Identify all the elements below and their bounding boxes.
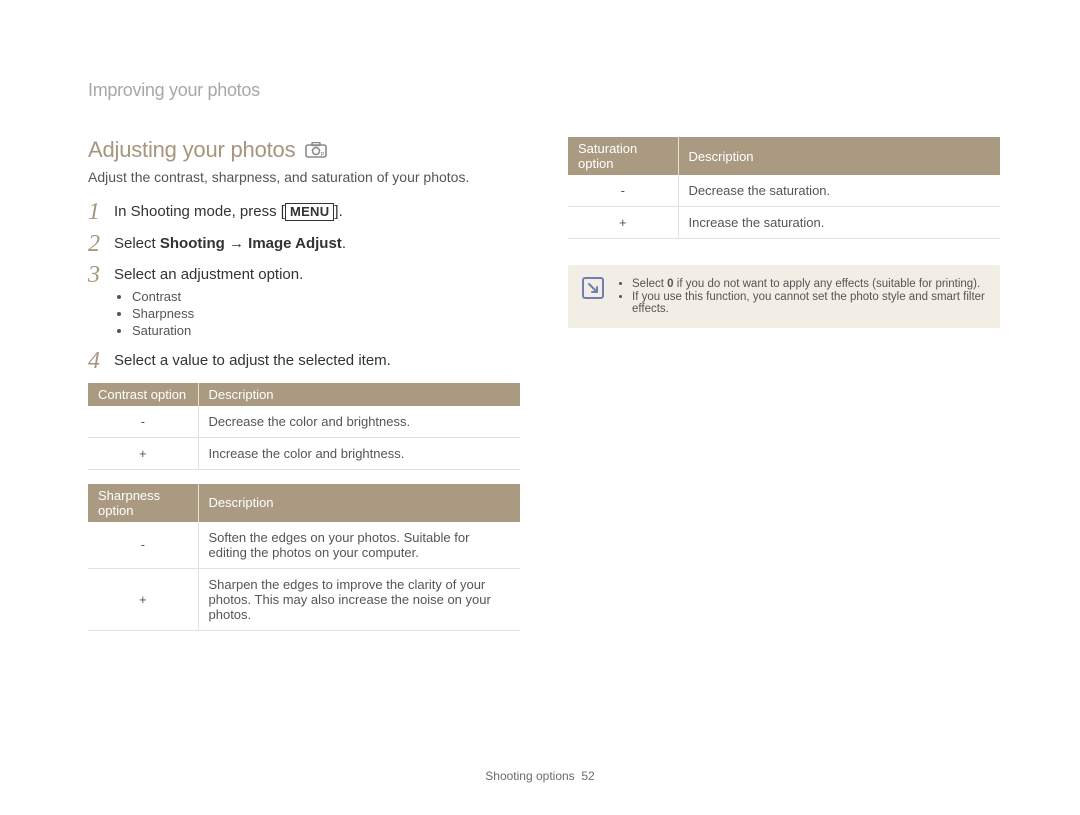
step-1-text-pre: In Shooting mode, press [ xyxy=(114,203,285,220)
table-cell-desc: Decrease the saturation. xyxy=(678,175,1000,207)
table-row: + Increase the saturation. xyxy=(568,207,1000,239)
note-line-1-post: if you do not want to apply any effects … xyxy=(674,278,981,290)
table-header: Description xyxy=(198,484,520,522)
camera-mode-icon: P xyxy=(305,141,327,159)
section-title-text: Adjusting your photos xyxy=(88,137,295,163)
table-cell-desc: Decrease the color and brightness. xyxy=(198,406,520,438)
section-intro: Adjust the contrast, sharpness, and satu… xyxy=(88,169,520,185)
page-footer: Shooting options 52 xyxy=(0,769,1080,783)
step-2-text-post: . xyxy=(342,235,346,252)
step-4: Select a value to adjust the selected it… xyxy=(88,352,520,369)
table-header: Contrast option xyxy=(88,383,198,406)
step-1: In Shooting mode, press [MENU]. xyxy=(88,203,520,221)
table-cell-desc: Increase the color and brightness. xyxy=(198,437,520,469)
table-cell-option: + xyxy=(568,207,678,239)
table-header: Saturation option xyxy=(568,137,678,175)
step-4-text: Select a value to adjust the selected it… xyxy=(114,352,391,369)
section-title: Adjusting your photos P xyxy=(88,137,520,163)
step-3-item: Sharpness xyxy=(132,306,520,321)
table-cell-option: - xyxy=(568,175,678,207)
table-cell-option: + xyxy=(88,568,198,630)
table-cell-desc: Sharpen the edges to improve the clarity… xyxy=(198,568,520,630)
left-column: Adjusting your photos P Adjust the contr… xyxy=(88,137,520,631)
table-row: - Soften the edges on your photos. Suita… xyxy=(88,522,520,569)
table-row: - Decrease the saturation. xyxy=(568,175,1000,207)
table-cell-option: - xyxy=(88,522,198,569)
note-list: Select 0 if you do not want to apply any… xyxy=(616,277,986,316)
table-header: Description xyxy=(198,383,520,406)
footer-page-number: 52 xyxy=(581,769,594,783)
step-2: Select Shooting → Image Adjust. xyxy=(88,235,520,252)
table-cell-desc: Soften the edges on your photos. Suitabl… xyxy=(198,522,520,569)
table-header: Sharpness option xyxy=(88,484,198,522)
table-row: - Decrease the color and brightness. xyxy=(88,406,520,438)
note-box: Select 0 if you do not want to apply any… xyxy=(568,265,1000,328)
note-line-1-pre: Select xyxy=(632,278,667,290)
saturation-table: Saturation option Description - Decrease… xyxy=(568,137,1000,239)
step-2-text-pre: Select xyxy=(114,235,160,252)
step-1-text-post: ]. xyxy=(334,203,342,220)
steps-list: In Shooting mode, press [MENU]. Select S… xyxy=(88,203,520,369)
step-3-item: Contrast xyxy=(132,289,520,304)
step-3-sublist: Contrast Sharpness Saturation xyxy=(114,289,520,338)
step-3: Select an adjustment option. Contrast Sh… xyxy=(88,266,520,338)
note-line-1: Select 0 if you do not want to apply any… xyxy=(632,278,986,290)
table-cell-option: - xyxy=(88,406,198,438)
step-3-item: Saturation xyxy=(132,323,520,338)
table-row: + Increase the color and brightness. xyxy=(88,437,520,469)
note-icon xyxy=(582,277,604,299)
breadcrumb: Improving your photos xyxy=(88,80,1000,101)
footer-label: Shooting options xyxy=(485,769,574,783)
right-column: Saturation option Description - Decrease… xyxy=(568,137,1000,631)
table-row: + Sharpen the edges to improve the clari… xyxy=(88,568,520,630)
svg-text:P: P xyxy=(321,153,325,159)
step-3-text: Select an adjustment option. xyxy=(114,266,303,283)
table-header: Description xyxy=(678,137,1000,175)
step-2-bold: Shooting → Image Adjust xyxy=(160,235,342,252)
sharpness-table: Sharpness option Description - Soften th… xyxy=(88,484,520,631)
table-cell-desc: Increase the saturation. xyxy=(678,207,1000,239)
menu-button-label: MENU xyxy=(285,203,334,221)
note-line-2: If you use this function, you cannot set… xyxy=(632,291,986,315)
contrast-table: Contrast option Description - Decrease t… xyxy=(88,383,520,470)
table-cell-option: + xyxy=(88,437,198,469)
